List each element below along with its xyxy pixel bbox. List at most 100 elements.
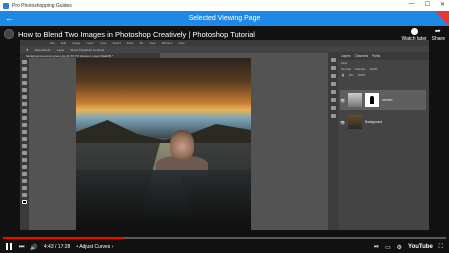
progress-bar[interactable] (3, 237, 446, 239)
fullscreen-icon[interactable]: ⛶ (439, 244, 443, 251)
zoom-tool-icon (22, 193, 27, 197)
layer-thumbnail (348, 93, 363, 107)
eyedropper-tool-icon (22, 95, 27, 99)
color-swatch-icon (22, 200, 27, 204)
ps-menu-file: File (50, 41, 55, 45)
controls-row: ⏭ 🔊 4:43 / 17:28 • Adjust Curves › ⏯ ▭ ⚙… (0, 241, 449, 253)
video-title[interactable]: How to Blend Two Images in Photoshop Cre… (18, 30, 255, 39)
brush-tool-icon (22, 109, 27, 113)
tab-paths: Paths (372, 54, 381, 58)
progress-fill (3, 237, 123, 239)
share-button[interactable]: ➦ Share (432, 28, 445, 42)
ps-menu-view: View (149, 41, 156, 45)
swatches-icon (330, 98, 336, 102)
adjustments-icon (330, 66, 336, 70)
ps-layers-panel: Layers Channels Paths Kind Normal Opacit… (338, 52, 429, 230)
type-tool-icon (22, 165, 27, 169)
ps-menu-edit: Edit (60, 41, 67, 45)
ps-panel-icons (328, 52, 338, 230)
share-label: Share (431, 36, 445, 42)
window-controls: — ☐ ✕ (409, 1, 445, 8)
history-brush-tool-icon (22, 123, 27, 127)
paragraph-icon (330, 82, 336, 86)
layer-mask-thumbnail (365, 93, 380, 107)
app-navbar: ← Selected Viewing Page (0, 11, 449, 26)
video-controls: ⏭ 🔊 4:43 / 17:28 • Adjust Curves › ⏯ ▭ ⚙… (0, 232, 449, 253)
corner-ribbon (435, 11, 449, 26)
ps-menu-help: Help (178, 41, 185, 45)
youtube-logo[interactable]: YouTube (408, 244, 433, 250)
close-button[interactable]: ✕ (440, 1, 445, 8)
opacity-value: 100% (369, 67, 378, 71)
settings-gear-icon[interactable]: ⚙ (397, 244, 402, 251)
time-display: 4:43 / 17:28 (43, 244, 71, 250)
opacity-label: Opacity: (354, 67, 366, 71)
chapter-label: • Adjust Curves › (76, 244, 114, 250)
ps-canvas-image (76, 58, 251, 230)
next-icon[interactable]: ⏭ (19, 244, 24, 251)
crop-tool-icon (22, 88, 27, 92)
tab-channels: Channels (354, 54, 369, 58)
eye-icon: 👁 (340, 119, 346, 125)
shape-tool-icon (22, 179, 27, 183)
ps-layer-dropdown: Layer (56, 47, 65, 52)
character-icon (330, 90, 336, 94)
lasso-tool-icon (22, 74, 27, 78)
controls-left: ⏭ 🔊 4:43 / 17:28 • Adjust Curves › (0, 242, 114, 252)
ps-fill-row: 🔒 Fill: 100% (338, 72, 429, 78)
ps-move-tool-icon: ✥ (26, 47, 29, 52)
blur-tool-icon (22, 144, 27, 148)
fill-value: 100% (357, 73, 366, 77)
mask-figure (370, 96, 375, 104)
eye-icon: 👁 (340, 97, 346, 103)
ps-menu-image: Image (72, 41, 81, 45)
path-select-tool-icon (22, 172, 27, 176)
layer-row: 👁 women (340, 90, 426, 110)
window-title: Pro Photoshopping Guides (12, 2, 72, 9)
app-icon (3, 2, 9, 9)
ps-toolbar (20, 58, 29, 230)
properties-icon (330, 74, 336, 78)
ps-menu-type: Type (99, 41, 107, 45)
stamp-tool-icon (22, 116, 27, 120)
pen-tool-icon (22, 158, 27, 162)
layer-name: women (382, 98, 393, 102)
volume-icon[interactable]: 🔊 (30, 244, 37, 251)
gradient-tool-icon (22, 137, 27, 141)
window-titlebar: Pro Photoshopping Guides — ☐ ✕ (0, 0, 449, 11)
ps-auto-select-label: Auto-Select: (34, 47, 51, 52)
share-icon: ➦ (434, 28, 441, 35)
autoplay-toggle-icon[interactable]: ⏯ (374, 244, 379, 251)
healing-tool-icon (22, 102, 27, 106)
subtitles-icon[interactable]: ▭ (385, 244, 391, 251)
water-surface (76, 170, 251, 230)
ps-transform-controls: Show Transform Controls (70, 47, 105, 52)
clock-icon (410, 28, 418, 35)
ps-menu-layer: Layer (86, 41, 94, 45)
dodge-tool-icon (22, 151, 27, 155)
video-player[interactable]: How to Blend Two Images in Photoshop Cre… (0, 26, 449, 253)
history-icon (330, 58, 336, 62)
hand-tool-icon (22, 186, 27, 190)
minimize-button[interactable]: — (409, 1, 415, 8)
page-title: Selected Viewing Page (188, 15, 261, 22)
maximize-button[interactable]: ☐ (425, 1, 430, 8)
woman-head (170, 130, 194, 160)
back-arrow-icon[interactable]: ← (5, 13, 14, 23)
ps-menu-3d: 3D (139, 41, 144, 45)
marquee-tool-icon (22, 67, 27, 71)
layer-thumbnail (348, 115, 363, 129)
lock-icon: 🔒 (341, 73, 345, 77)
tab-layers: Layers (341, 54, 351, 58)
ps-menu-select: Select (112, 41, 121, 45)
eraser-tool-icon (22, 130, 27, 134)
controls-right: ⏯ ▭ ⚙ YouTube ⛶ (374, 241, 443, 253)
kind-filter: Kind (341, 61, 348, 65)
move-tool-icon (22, 60, 27, 64)
ps-menu-window: Window (161, 41, 173, 45)
pause-button[interactable] (6, 242, 13, 252)
channel-avatar[interactable] (4, 29, 14, 39)
brush-settings-icon (330, 106, 336, 110)
layer-name: Background (365, 120, 383, 124)
fill-label: Fill: (348, 73, 354, 77)
